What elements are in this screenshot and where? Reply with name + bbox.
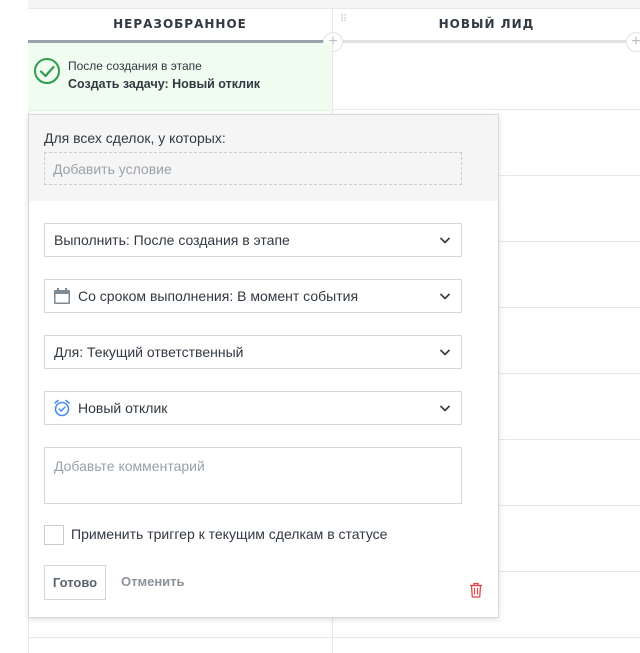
column-header-new-lead[interactable]: НОВЫЙ ЛИД: [333, 9, 640, 40]
alarm-clock-icon: [54, 399, 70, 417]
add-condition-field[interactable]: Добавить условие: [44, 152, 462, 185]
trigger-slot[interactable]: [333, 43, 640, 110]
chevron-down-icon: [439, 237, 451, 244]
board-top-edge: [28, 0, 640, 9]
conditions-section: Для всех сделок, у которых: Добавить усл…: [29, 115, 498, 201]
trigger-settings-panel: Для всех сделок, у которых: Добавить усл…: [28, 114, 499, 618]
assignee-select[interactable]: Для: Текущий ответственный: [44, 335, 462, 369]
task-type-select-value: Новый отклик: [78, 400, 168, 416]
assignee-select-value: Для: Текущий ответственный: [54, 344, 244, 360]
check-circle-icon: [34, 58, 60, 84]
cancel-button[interactable]: Отменить: [121, 574, 185, 589]
trash-icon[interactable]: [469, 582, 483, 598]
chevron-down-icon: [439, 293, 451, 300]
execute-select-value: Выполнить: После создания в этапе: [54, 232, 290, 248]
execute-select[interactable]: Выполнить: После создания в этапе: [44, 223, 462, 257]
chevron-down-icon: [439, 349, 451, 356]
apply-to-current-checkbox[interactable]: [44, 525, 64, 545]
task-type-select[interactable]: Новый отклик: [44, 391, 462, 425]
deadline-select[interactable]: Со сроком выполнения: В момент события: [44, 279, 462, 313]
done-button[interactable]: Готово: [44, 565, 106, 600]
calendar-icon: [54, 288, 70, 304]
trigger-card[interactable]: После создания в этапе Создать задачу: Н…: [28, 43, 332, 111]
trigger-subtitle: После создания в этапе: [68, 59, 202, 73]
trigger-title: Создать задачу: Новый отклик: [68, 77, 261, 91]
board-left-edge: [0, 0, 29, 653]
column-header-unsorted[interactable]: НЕРАЗОБРАННОЕ: [28, 9, 333, 40]
apply-to-current-label[interactable]: Применить триггер к текущим сделкам в ст…: [71, 526, 387, 542]
drag-handle-icon[interactable]: ⠿: [340, 15, 350, 32]
row-divider: [28, 637, 332, 638]
comment-field[interactable]: Добавьте комментарий: [44, 447, 462, 504]
pipeline-board: НЕРАЗОБРАННОЕ НОВЫЙ ЛИД ⠿ + + После созд…: [0, 0, 640, 653]
chevron-down-icon: [439, 405, 451, 412]
conditions-label: Для всех сделок, у которых:: [44, 130, 226, 146]
deadline-select-value: Со сроком выполнения: В момент события: [78, 288, 359, 304]
